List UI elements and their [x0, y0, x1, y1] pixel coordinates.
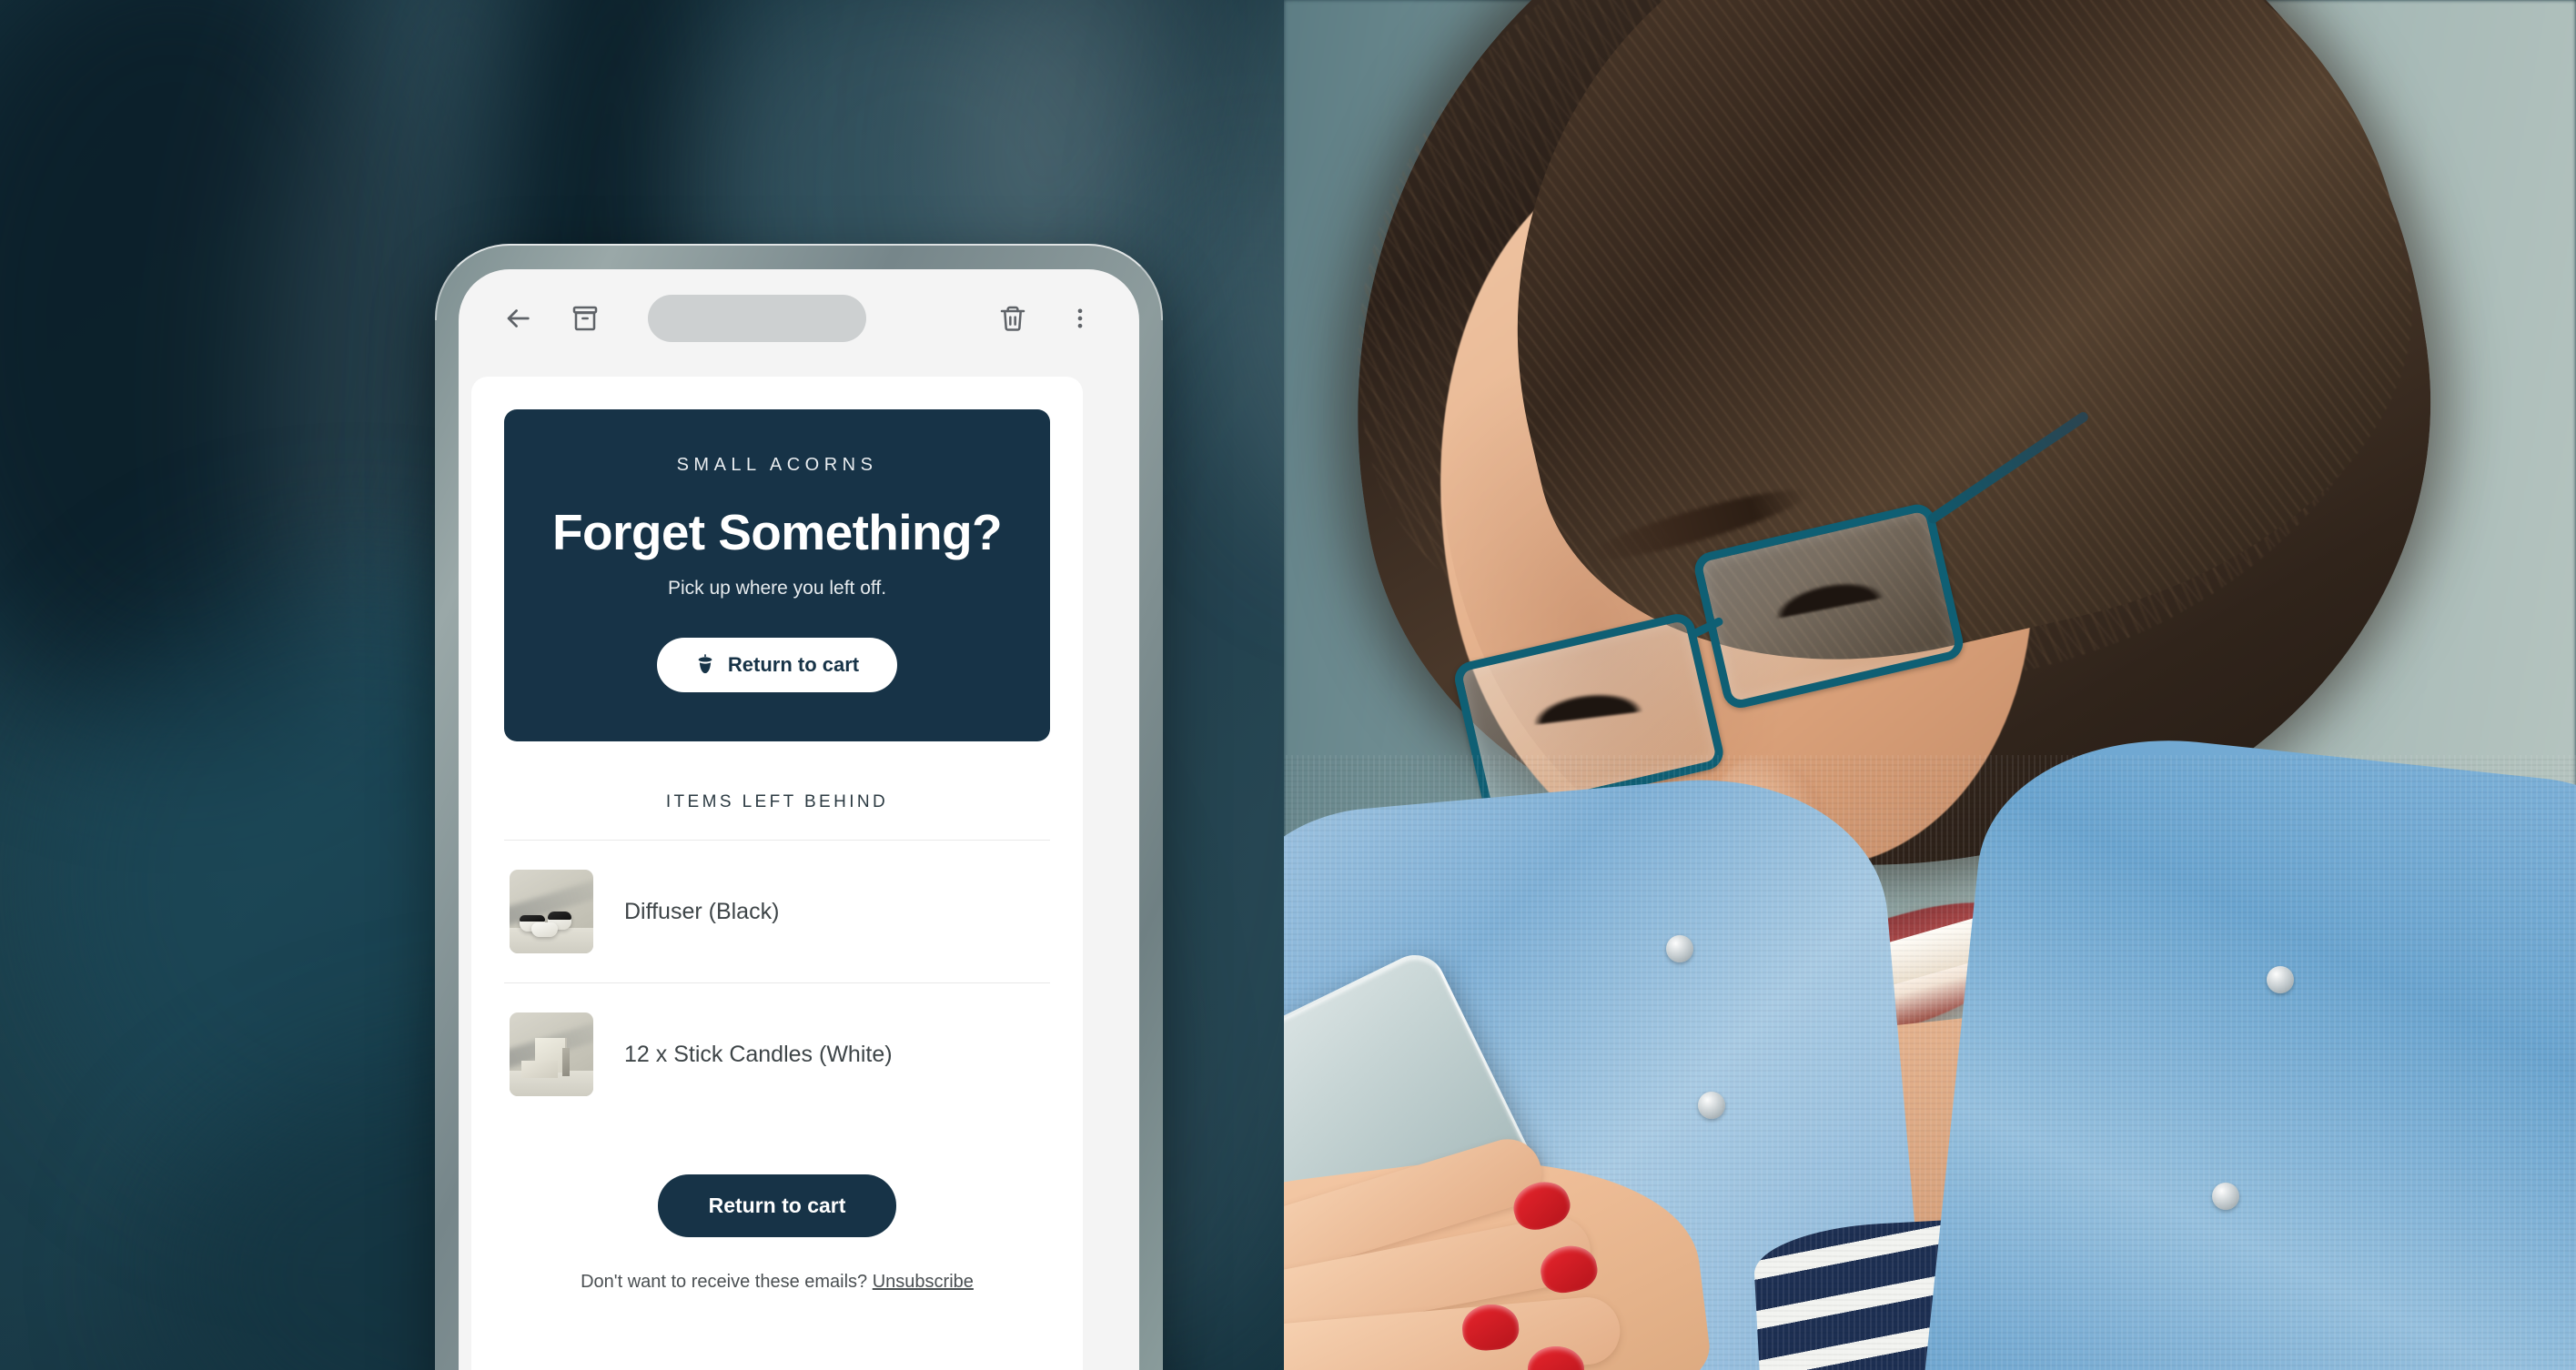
unsubscribe-line: Don't want to receive these emails? Unsu…	[504, 1272, 1050, 1293]
candles-product-image	[510, 1012, 593, 1096]
email-hero: SMALL ACORNS Forget Something? Pick up w…	[504, 409, 1050, 741]
hero-return-to-cart-button[interactable]: Return to cart	[656, 638, 898, 692]
subject-placeholder-bar	[648, 295, 866, 342]
more-vertical-icon[interactable]	[1059, 297, 1101, 339]
jacket-snap	[1698, 1092, 1725, 1119]
background-photo	[0, 0, 2576, 1370]
hero-button-label: Return to cart	[727, 653, 860, 676]
jacket-snap	[2212, 1183, 2239, 1210]
trash-icon[interactable]	[992, 297, 1034, 339]
list-item[interactable]: Diffuser (Black)	[504, 840, 1050, 982]
list-item[interactable]: 12 x Stick Candles (White)	[504, 982, 1050, 1125]
item-name: 12 x Stick Candles (White)	[624, 1041, 893, 1067]
candle-stick	[561, 1047, 571, 1076]
footer-cta-wrapper: Return to cart	[504, 1174, 1050, 1237]
item-name: Diffuser (Black)	[624, 898, 780, 924]
jacket-snap	[1666, 935, 1693, 962]
diffuser-lid	[548, 912, 572, 920]
items-section-heading: ITEMS LEFT BEHIND	[665, 792, 889, 811]
diffuser-product-image	[510, 870, 593, 953]
archive-icon[interactable]	[564, 297, 606, 339]
hero-title: Forget Something?	[552, 504, 1003, 560]
unsubscribe-text: Don't want to receive these emails?	[581, 1272, 868, 1292]
jacket-snap	[2267, 966, 2294, 993]
candle-box-wide	[520, 1061, 559, 1078]
brand-name: SMALL ACORNS	[676, 455, 878, 475]
email-body: SMALL ACORNS Forget Something? Pick up w…	[471, 377, 1083, 1370]
woman-portrait	[1284, 0, 2576, 1370]
arrow-left-icon[interactable]	[497, 297, 539, 339]
diffuser-jar	[530, 922, 559, 937]
diffuser-lid	[520, 914, 545, 922]
footer-return-to-cart-button[interactable]: Return to cart	[657, 1174, 897, 1237]
phone-screen: SMALL ACORNS Forget Something? Pick up w…	[459, 269, 1139, 1370]
phone-mockup-frame: SMALL ACORNS Forget Something? Pick up w…	[435, 244, 1163, 1370]
hero-subtitle: Pick up where you left off.	[667, 578, 887, 599]
unsubscribe-link[interactable]: Unsubscribe	[873, 1272, 974, 1292]
mail-toolbar	[459, 269, 1139, 368]
acorn-icon	[698, 654, 712, 674]
